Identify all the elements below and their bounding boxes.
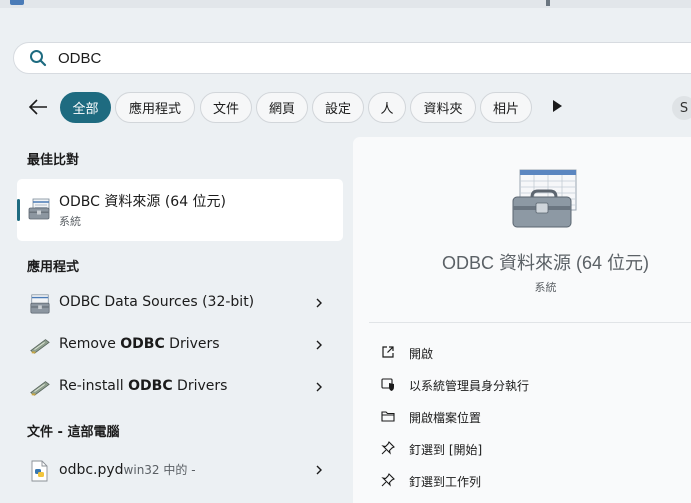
python-file-icon [31,460,48,482]
odbc-toolbox-icon [512,169,577,228]
label-part: Remove [59,336,121,352]
pin-icon [381,473,395,487]
detail-panel: ODBC 資料來源 (64 位元) 系統 開啟 以系統管理員身分執行 開啟檔案位… [353,137,691,503]
chip-all[interactable]: 全部 [60,92,111,123]
avatar[interactable]: S [672,96,691,120]
list-item-document[interactable]: odbc.pydwin32 中的 - [17,450,343,490]
open-external-icon [382,346,394,358]
action-label: 釘選到 [開始] [409,443,483,457]
driver-card-icon [30,339,50,354]
driver-card-icon [30,381,50,396]
shield-icon [381,378,394,391]
odbc-toolbox-icon [30,294,50,314]
pin-icon [381,441,395,455]
taskbar-app-indicator [10,0,24,5]
search-input[interactable] [58,49,558,67]
window-top-strip [0,0,691,8]
chip-web[interactable]: 網頁 [256,92,308,123]
best-match-subtitle: 系統 [59,215,81,228]
chip-documents[interactable]: 文件 [200,92,252,123]
list-item-remove-drivers[interactable]: Remove ODBC Drivers [17,325,343,365]
best-match-title: ODBC 資料來源 (64 位元) [59,194,227,210]
app-label: ODBC Data Sources (32-bit) [59,294,255,310]
more-filters-play-icon[interactable] [553,100,562,112]
search-box[interactable] [13,42,691,74]
action-pin-to-taskbar[interactable]: 釘選到工作列 [381,470,681,492]
chip-folders[interactable]: 資料夾 [410,92,476,123]
best-match-item[interactable]: ODBC 資料來源 (64 位元) 系統 [17,179,343,241]
document-label: odbc.pydwin32 中的 - [59,461,196,478]
list-item-reinstall-drivers[interactable]: Re-install ODBC Drivers [17,367,343,407]
action-pin-to-start[interactable]: 釘選到 [開始] [381,438,681,460]
action-label: 開啟檔案位置 [409,411,482,425]
document-name: odbc.pyd [59,462,124,478]
action-open[interactable]: 開啟 [381,342,681,364]
action-run-as-admin[interactable]: 以系統管理員身分執行 [381,374,681,396]
label-highlight: ODBC [120,336,165,352]
chevron-right-icon[interactable] [313,381,325,393]
label-part: Drivers [164,336,220,352]
app-label: Remove ODBC Drivers [59,336,220,352]
chevron-right-icon[interactable] [313,339,325,351]
selection-accent [17,199,20,221]
section-best-match: 最佳比對 [27,153,80,168]
action-label: 開啟 [409,347,434,361]
document-location: win32 中的 - [123,463,196,477]
label-part: Re-install [59,378,129,394]
search-icon [30,50,47,67]
app-label: Re-install ODBC Drivers [59,378,227,394]
list-item-odbc-32bit[interactable]: ODBC Data Sources (32-bit) [17,283,343,323]
action-label: 釘選到工作列 [409,475,482,489]
detail-title: ODBC 資料來源 (64 位元) [441,253,650,273]
chip-people[interactable]: 人 [368,92,406,123]
section-apps: 應用程式 [27,260,80,275]
action-open-file-location[interactable]: 開啟檔案位置 [381,406,681,428]
label-part: Drivers [172,378,228,394]
chevron-right-icon[interactable] [313,464,325,476]
action-label: 以系統管理員身分執行 [409,379,530,393]
folder-icon [381,411,395,422]
chip-settings[interactable]: 設定 [312,92,364,123]
chevron-right-icon[interactable] [313,297,325,309]
odbc-toolbox-icon [28,198,50,220]
chip-apps[interactable]: 應用程式 [115,92,195,123]
back-arrow-icon[interactable] [26,95,50,119]
detail-subtitle: 系統 [534,281,557,294]
section-documents: 文件 - 這部電腦 [27,425,120,440]
filter-bar: 全部 應用程式 文件 網頁 設定 人 資料夾 相片 S [0,91,691,123]
chip-photos[interactable]: 相片 [480,92,532,123]
label-highlight: ODBC [128,378,173,394]
window-edge-indicator [546,0,550,6]
divider [369,322,691,323]
